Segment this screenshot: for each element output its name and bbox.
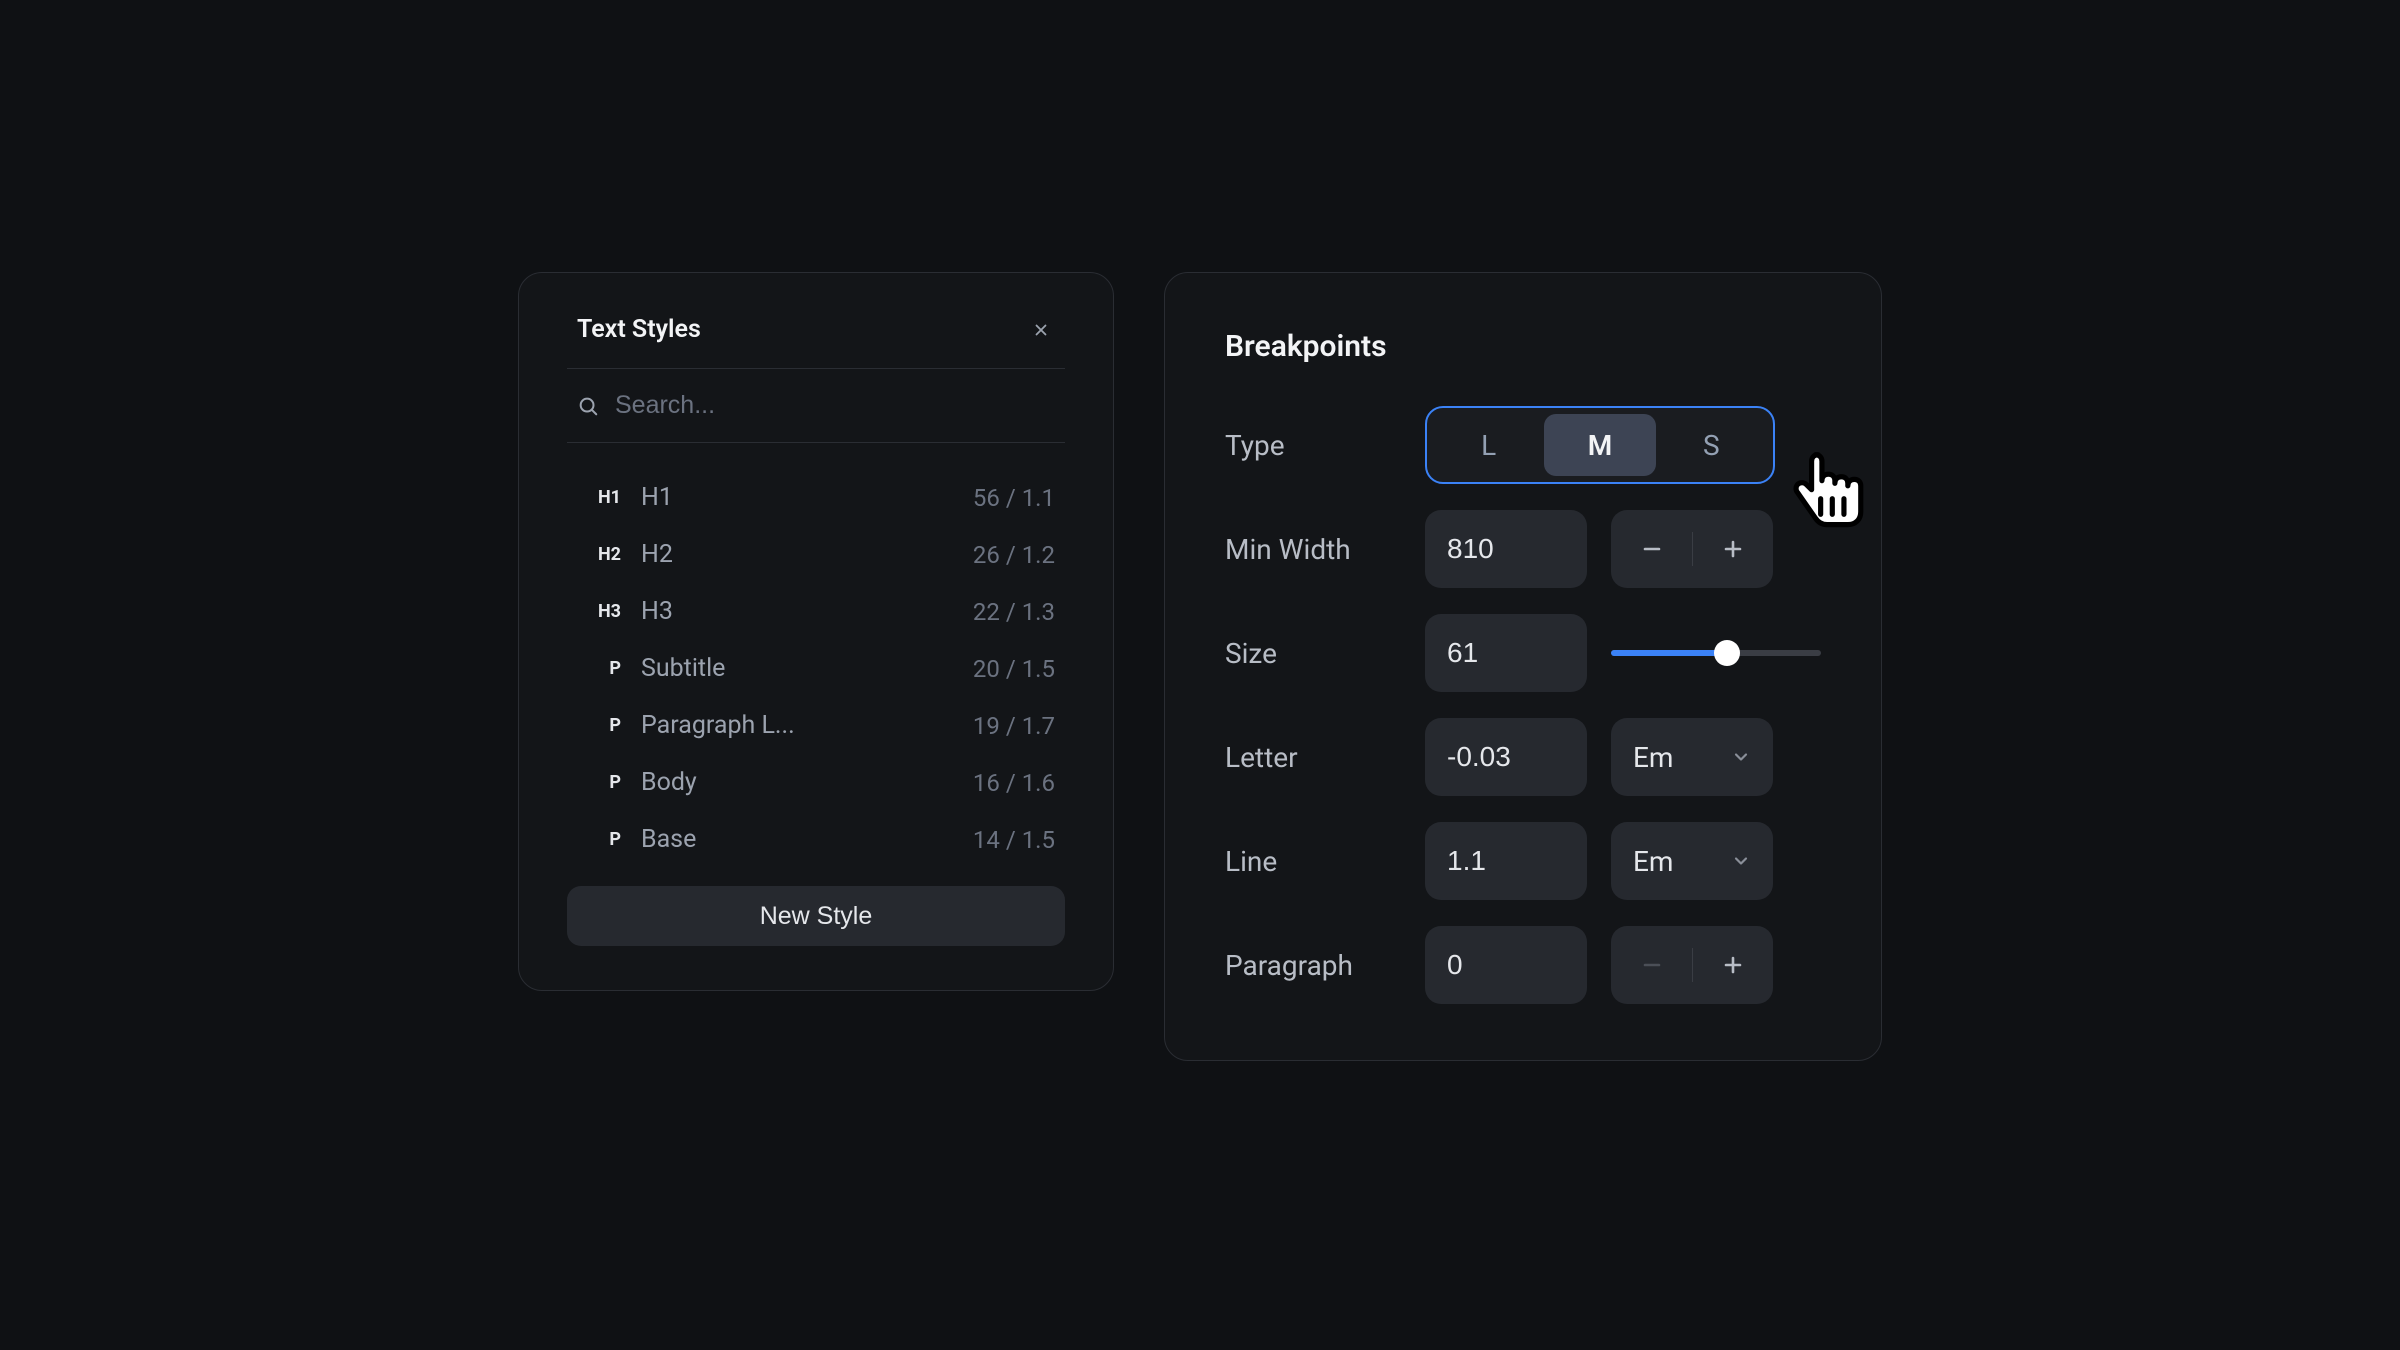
style-name: Base	[641, 825, 953, 854]
letter-label: Letter	[1225, 741, 1401, 774]
letter-unit-value: Em	[1633, 741, 1673, 774]
min-width-input[interactable]	[1425, 510, 1587, 588]
breakpoints-panel: Breakpoints Type L M S Min Width Size	[1164, 272, 1882, 1061]
line-row: Line Em	[1225, 822, 1821, 900]
paragraph-stepper	[1611, 926, 1773, 1004]
style-meta: 20 / 1.5	[973, 655, 1055, 683]
style-name: H3	[641, 597, 953, 626]
size-slider[interactable]	[1611, 650, 1821, 656]
chevron-down-icon	[1731, 747, 1751, 767]
plus-icon	[1721, 537, 1745, 561]
line-unit-value: Em	[1633, 845, 1673, 878]
min-width-stepper	[1611, 510, 1773, 588]
search-icon	[577, 395, 599, 417]
type-option-m[interactable]: M	[1544, 414, 1655, 476]
search-row	[567, 369, 1065, 443]
size-row: Size	[1225, 614, 1821, 692]
minus-icon	[1640, 537, 1664, 561]
style-name: Subtitle	[641, 654, 953, 683]
type-segmented-control[interactable]: L M S	[1425, 406, 1775, 484]
style-row-subtitle[interactable]: P Subtitle 20 / 1.5	[567, 640, 1065, 697]
close-button[interactable]	[1027, 316, 1055, 344]
style-meta: 26 / 1.2	[973, 541, 1055, 569]
type-option-l[interactable]: L	[1433, 414, 1544, 476]
style-tag: P	[577, 658, 621, 679]
style-tag: P	[577, 715, 621, 736]
style-tag: H1	[577, 487, 621, 508]
paragraph-increment[interactable]	[1692, 926, 1773, 1004]
minus-icon	[1640, 953, 1664, 977]
style-meta: 56 / 1.1	[973, 484, 1055, 512]
slider-fill	[1611, 650, 1727, 656]
type-row: Type L M S	[1225, 406, 1821, 484]
chevron-down-icon	[1731, 851, 1751, 871]
size-label: Size	[1225, 637, 1401, 670]
style-tag: H2	[577, 544, 621, 565]
breakpoints-title: Breakpoints	[1225, 329, 1821, 364]
letter-row: Letter Em	[1225, 718, 1821, 796]
paragraph-decrement[interactable]	[1611, 926, 1692, 1004]
line-unit-select[interactable]: Em	[1611, 822, 1773, 900]
text-styles-header: Text Styles	[567, 315, 1065, 369]
new-style-button[interactable]: New Style	[567, 886, 1065, 946]
style-row-h2[interactable]: H2 H2 26 / 1.2	[567, 526, 1065, 583]
style-row-h3[interactable]: H3 H3 22 / 1.3	[567, 583, 1065, 640]
style-meta: 14 / 1.5	[973, 826, 1055, 854]
text-styles-title: Text Styles	[577, 315, 701, 344]
style-name: H2	[641, 540, 953, 569]
style-name: Body	[641, 768, 953, 797]
style-tag: P	[577, 829, 621, 850]
min-width-label: Min Width	[1225, 533, 1401, 566]
style-list: H1 H1 56 / 1.1 H2 H2 26 / 1.2 H3 H3 22 /…	[567, 443, 1065, 868]
size-input[interactable]	[1425, 614, 1587, 692]
text-styles-panel: Text Styles H1 H1 56 / 1.1 H2 H2 26 / 1.…	[518, 272, 1114, 991]
style-row-h1[interactable]: H1 H1 56 / 1.1	[567, 469, 1065, 526]
style-row-paragraph-l[interactable]: P Paragraph L... 19 / 1.7	[567, 697, 1065, 754]
min-width-increment[interactable]	[1692, 510, 1773, 588]
letter-unit-select[interactable]: Em	[1611, 718, 1773, 796]
letter-input[interactable]	[1425, 718, 1587, 796]
line-input[interactable]	[1425, 822, 1587, 900]
style-tag: H3	[577, 601, 621, 622]
plus-icon	[1721, 953, 1745, 977]
style-meta: 19 / 1.7	[973, 712, 1055, 740]
style-meta: 22 / 1.3	[973, 598, 1055, 626]
paragraph-label: Paragraph	[1225, 949, 1401, 982]
style-name: H1	[641, 483, 953, 512]
type-label: Type	[1225, 429, 1401, 462]
style-tag: P	[577, 772, 621, 793]
style-meta: 16 / 1.6	[973, 769, 1055, 797]
line-label: Line	[1225, 845, 1401, 878]
slider-thumb[interactable]	[1714, 640, 1740, 666]
style-name: Paragraph L...	[641, 711, 953, 740]
search-input[interactable]	[615, 391, 1055, 420]
paragraph-row: Paragraph	[1225, 926, 1821, 1004]
style-row-body[interactable]: P Body 16 / 1.6	[567, 754, 1065, 811]
min-width-decrement[interactable]	[1611, 510, 1692, 588]
close-icon	[1032, 321, 1050, 339]
min-width-row: Min Width	[1225, 510, 1821, 588]
type-option-s[interactable]: S	[1656, 414, 1767, 476]
paragraph-input[interactable]	[1425, 926, 1587, 1004]
style-row-base[interactable]: P Base 14 / 1.5	[567, 811, 1065, 868]
